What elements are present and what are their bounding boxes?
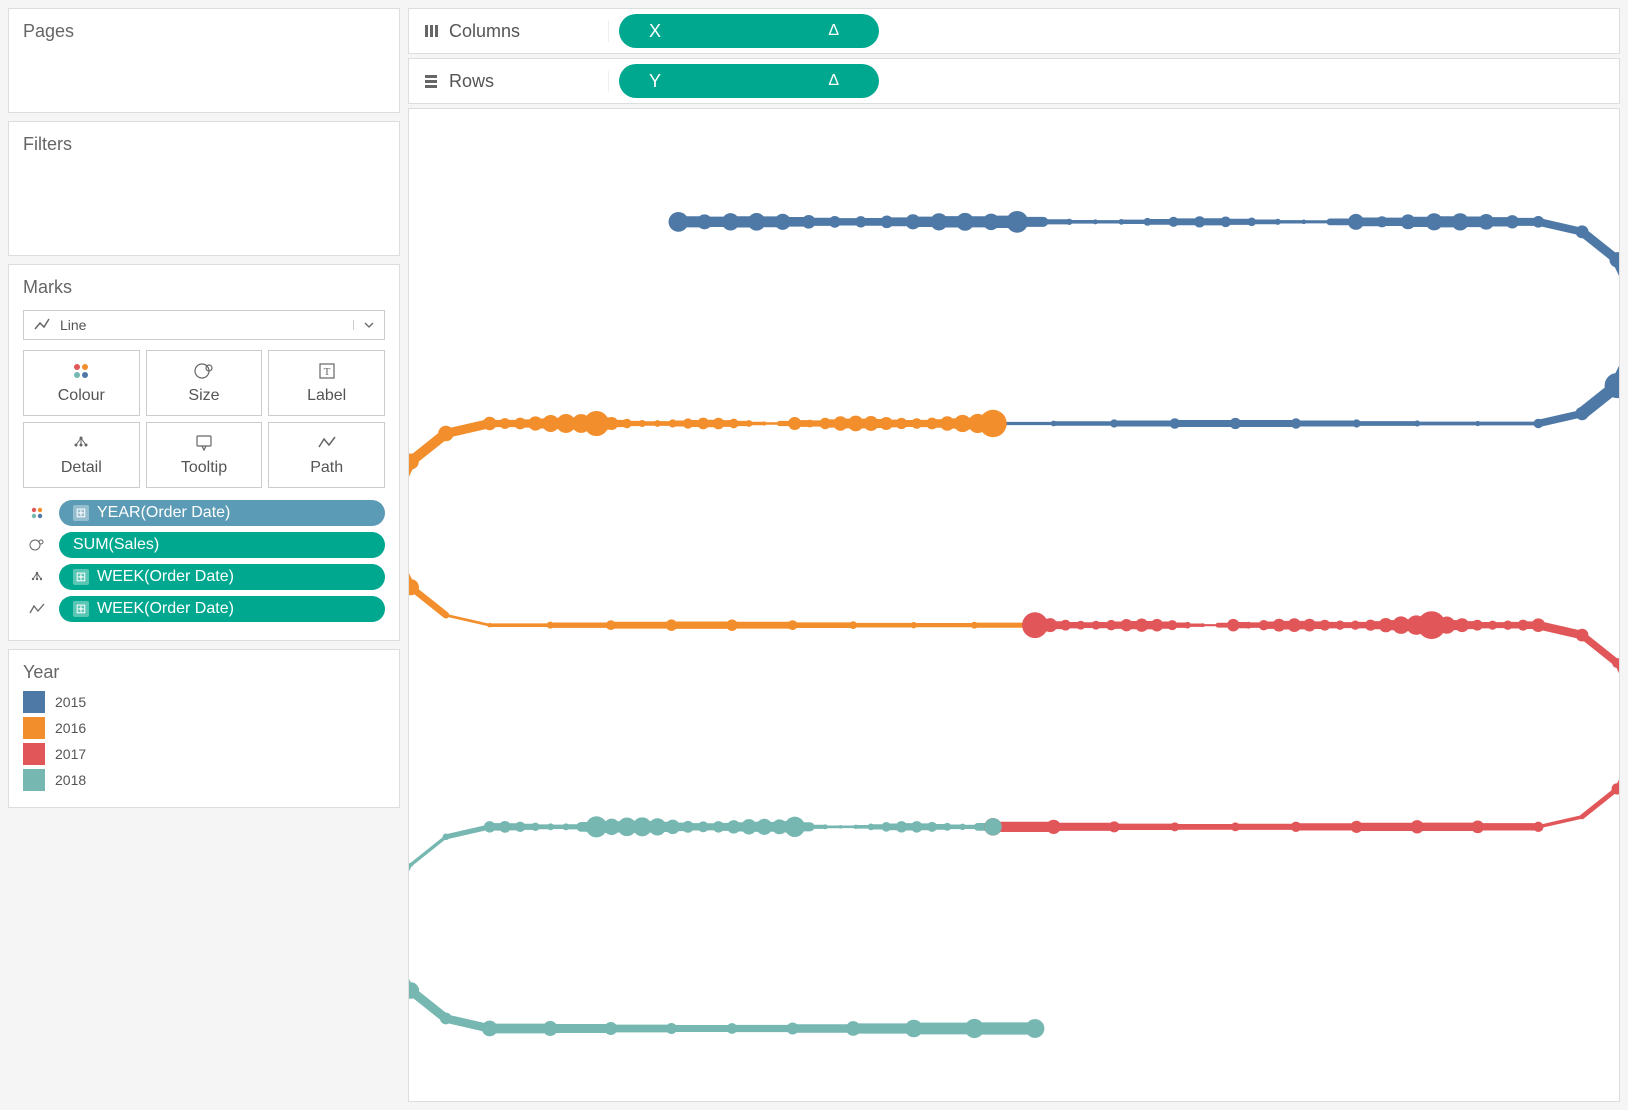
size-label: Size — [188, 387, 219, 405]
label-label: Label — [307, 387, 346, 405]
pill-sum-sales[interactable]: SUM(Sales) — [59, 532, 385, 558]
tableau-worksheet: Pages Filters Marks Line — [0, 0, 1628, 1110]
path-icon — [317, 433, 337, 453]
mark-assignment-size[interactable]: SUM(Sales) — [23, 532, 385, 558]
detail-icon — [71, 433, 91, 453]
line-icon — [34, 317, 50, 333]
columns-pill-x[interactable]: X Δ — [619, 14, 879, 48]
legend-swatch — [23, 717, 45, 739]
marks-card: Marks Line C — [8, 264, 400, 641]
svg-text:T: T — [323, 366, 330, 378]
visualization-canvas[interactable] — [408, 108, 1620, 1102]
legend-title: Year — [23, 662, 385, 683]
colour-label: Colour — [58, 387, 105, 405]
left-panel: Pages Filters Marks Line — [8, 8, 400, 1102]
table-calc-icon: Δ — [828, 22, 839, 40]
detail-button[interactable]: Detail — [23, 422, 140, 488]
mark-assignment-detail[interactable]: ⊞ WEEK(Order Date) — [23, 564, 385, 590]
filters-shelf[interactable]: Filters — [8, 121, 400, 256]
label-button[interactable]: T Label — [268, 350, 385, 416]
size-icon — [194, 361, 214, 381]
path-icon — [23, 601, 51, 617]
legend-swatch — [23, 769, 45, 791]
rows-icon — [423, 73, 439, 89]
legend-swatch — [23, 743, 45, 765]
detail-icon — [23, 569, 51, 585]
tooltip-label: Tooltip — [181, 459, 227, 477]
mark-type-value: Line — [60, 317, 86, 333]
size-icon — [23, 537, 51, 553]
colour-icon — [23, 505, 51, 521]
legend-swatch — [23, 691, 45, 713]
colour-legend[interactable]: Year 2015 2016 2017 2018 — [8, 649, 400, 808]
tooltip-button[interactable]: Tooltip — [146, 422, 263, 488]
rows-shelf-label: Rows — [409, 71, 609, 92]
pill-week-orderdate-path[interactable]: ⊞ WEEK(Order Date) — [59, 596, 385, 622]
size-button[interactable]: Size — [146, 350, 263, 416]
columns-shelf[interactable]: Columns X Δ — [408, 8, 1620, 54]
filters-label: Filters — [23, 134, 385, 155]
rows-shelf[interactable]: Rows Y Δ — [408, 58, 1620, 104]
path-button[interactable]: Path — [268, 422, 385, 488]
legend-item-2017[interactable]: 2017 — [23, 743, 385, 765]
pill-week-orderdate-detail[interactable]: ⊞ WEEK(Order Date) — [59, 564, 385, 590]
label-icon: T — [317, 361, 337, 381]
marks-button-grid: Colour Size T Label — [23, 350, 385, 488]
legend-item-2015[interactable]: 2015 — [23, 691, 385, 713]
colour-icon — [71, 361, 91, 381]
tooltip-icon — [194, 433, 214, 453]
serpentine-chart — [409, 109, 1619, 1101]
marks-title: Marks — [23, 277, 385, 298]
colour-button[interactable]: Colour — [23, 350, 140, 416]
legend-item-2016[interactable]: 2016 — [23, 717, 385, 739]
mark-type-dropdown[interactable]: Line — [23, 310, 385, 340]
plus-icon: ⊞ — [73, 569, 89, 585]
mark-assignment-path[interactable]: ⊞ WEEK(Order Date) — [23, 596, 385, 622]
right-panel: Columns X Δ Rows Y Δ — [408, 8, 1620, 1102]
plus-icon: ⊞ — [73, 505, 89, 521]
columns-icon — [423, 23, 439, 39]
path-label: Path — [310, 459, 343, 477]
legend-item-2018[interactable]: 2018 — [23, 769, 385, 791]
pages-shelf[interactable]: Pages — [8, 8, 400, 113]
table-calc-icon: Δ — [828, 72, 839, 90]
mark-assignment-colour[interactable]: ⊞ YEAR(Order Date) — [23, 500, 385, 526]
pill-year-orderdate[interactable]: ⊞ YEAR(Order Date) — [59, 500, 385, 526]
plus-icon: ⊞ — [73, 601, 89, 617]
rows-pill-y[interactable]: Y Δ — [619, 64, 879, 98]
pages-label: Pages — [23, 21, 385, 42]
columns-shelf-label: Columns — [409, 21, 609, 42]
detail-label: Detail — [61, 459, 102, 477]
chevron-down-icon — [353, 320, 374, 330]
